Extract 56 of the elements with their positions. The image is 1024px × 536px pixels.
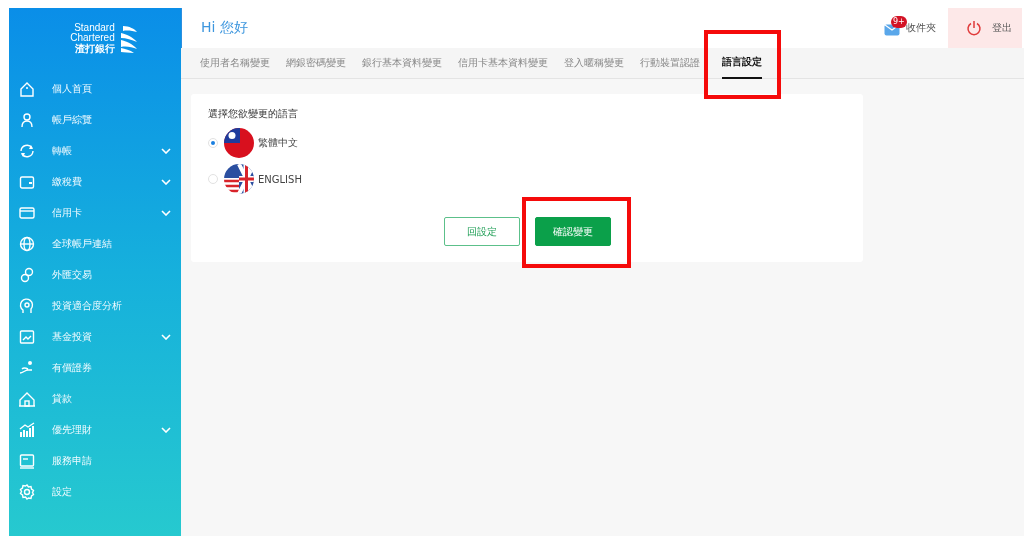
option-label: ENGLISH bbox=[258, 173, 302, 185]
card-icon bbox=[19, 204, 35, 221]
settings-tab[interactable]: 行動裝置認證 bbox=[640, 48, 700, 78]
sidebar-item[interactable]: 全球帳戶連結 bbox=[9, 228, 181, 259]
circular-arrows-icon bbox=[19, 142, 35, 159]
chevron-down-icon bbox=[161, 147, 171, 154]
logout-button[interactable]: 登出 bbox=[948, 8, 1022, 48]
sidebar-item[interactable]: 基金投資 bbox=[9, 321, 181, 352]
globe-icon bbox=[19, 235, 35, 252]
sidebar-item[interactable]: 外匯交易 bbox=[9, 259, 181, 290]
chevron-down-icon bbox=[161, 178, 171, 185]
settings-tab[interactable]: 信用卡基本資料變更 bbox=[458, 48, 548, 78]
radio-button[interactable] bbox=[208, 174, 218, 184]
gear-icon bbox=[19, 483, 35, 500]
greeting: Hi 您好 bbox=[201, 19, 248, 37]
brand-name: 渣打銀行 bbox=[74, 43, 115, 55]
settings-tab[interactable]: 網銀密碼變更 bbox=[286, 48, 346, 78]
settings-tab[interactable]: 銀行基本資料變更 bbox=[362, 48, 442, 78]
sidebar-item[interactable]: 設定 bbox=[9, 476, 181, 507]
form-icon bbox=[19, 452, 35, 469]
back-button[interactable]: 回設定 bbox=[443, 217, 520, 246]
confirm-button[interactable]: 確認變更 bbox=[534, 217, 611, 246]
sidebar-item[interactable]: 貸款 bbox=[9, 383, 181, 414]
head-icon bbox=[19, 297, 35, 314]
option-label: 繁體中文 bbox=[258, 136, 298, 150]
house-icon bbox=[19, 80, 35, 97]
sidebar-item[interactable]: 優先理財 bbox=[9, 414, 181, 445]
sidebar-item[interactable]: 轉帳 bbox=[9, 135, 181, 166]
picture-icon bbox=[19, 328, 35, 345]
sidebar-item[interactable]: 帳戶綜覽 bbox=[9, 104, 181, 135]
sidebar-item[interactable]: 服務申請 bbox=[9, 445, 181, 476]
brand-name: Chartered bbox=[70, 33, 115, 43]
count-badge: 9+ bbox=[891, 16, 907, 28]
bar-chart-icon bbox=[19, 421, 35, 438]
power-icon bbox=[966, 20, 982, 36]
coins-icon bbox=[19, 266, 35, 283]
form-heading: 選擇您欲變更的語言 bbox=[208, 107, 299, 121]
sidebar-item[interactable]: 投資適合度分析 bbox=[9, 290, 181, 321]
sidebar-item[interactable]: 繳稅費 bbox=[9, 166, 181, 197]
settings-tab[interactable]: 使用者名稱變更 bbox=[200, 48, 270, 78]
brand-name: Standard bbox=[74, 23, 115, 33]
settings-tab[interactable]: 語言設定 bbox=[722, 47, 762, 79]
hand-coin-icon bbox=[19, 359, 35, 376]
chevron-down-icon bbox=[161, 333, 171, 340]
flag-icon bbox=[224, 164, 254, 194]
person-icon bbox=[19, 111, 35, 128]
sidebar-item[interactable]: 有價證券 bbox=[9, 352, 181, 383]
sidebar-item[interactable]: 個人首頁 bbox=[9, 73, 181, 104]
chevron-down-icon bbox=[161, 426, 171, 433]
radio-button[interactable] bbox=[208, 138, 218, 148]
wallet-icon bbox=[19, 173, 35, 190]
flag-icon bbox=[224, 128, 254, 158]
chevron-down-icon bbox=[161, 209, 171, 216]
sidebar-item[interactable]: 信用卡 bbox=[9, 197, 181, 228]
settings-tab[interactable]: 登入暱稱變更 bbox=[564, 48, 624, 78]
house-roof-icon bbox=[19, 390, 35, 407]
